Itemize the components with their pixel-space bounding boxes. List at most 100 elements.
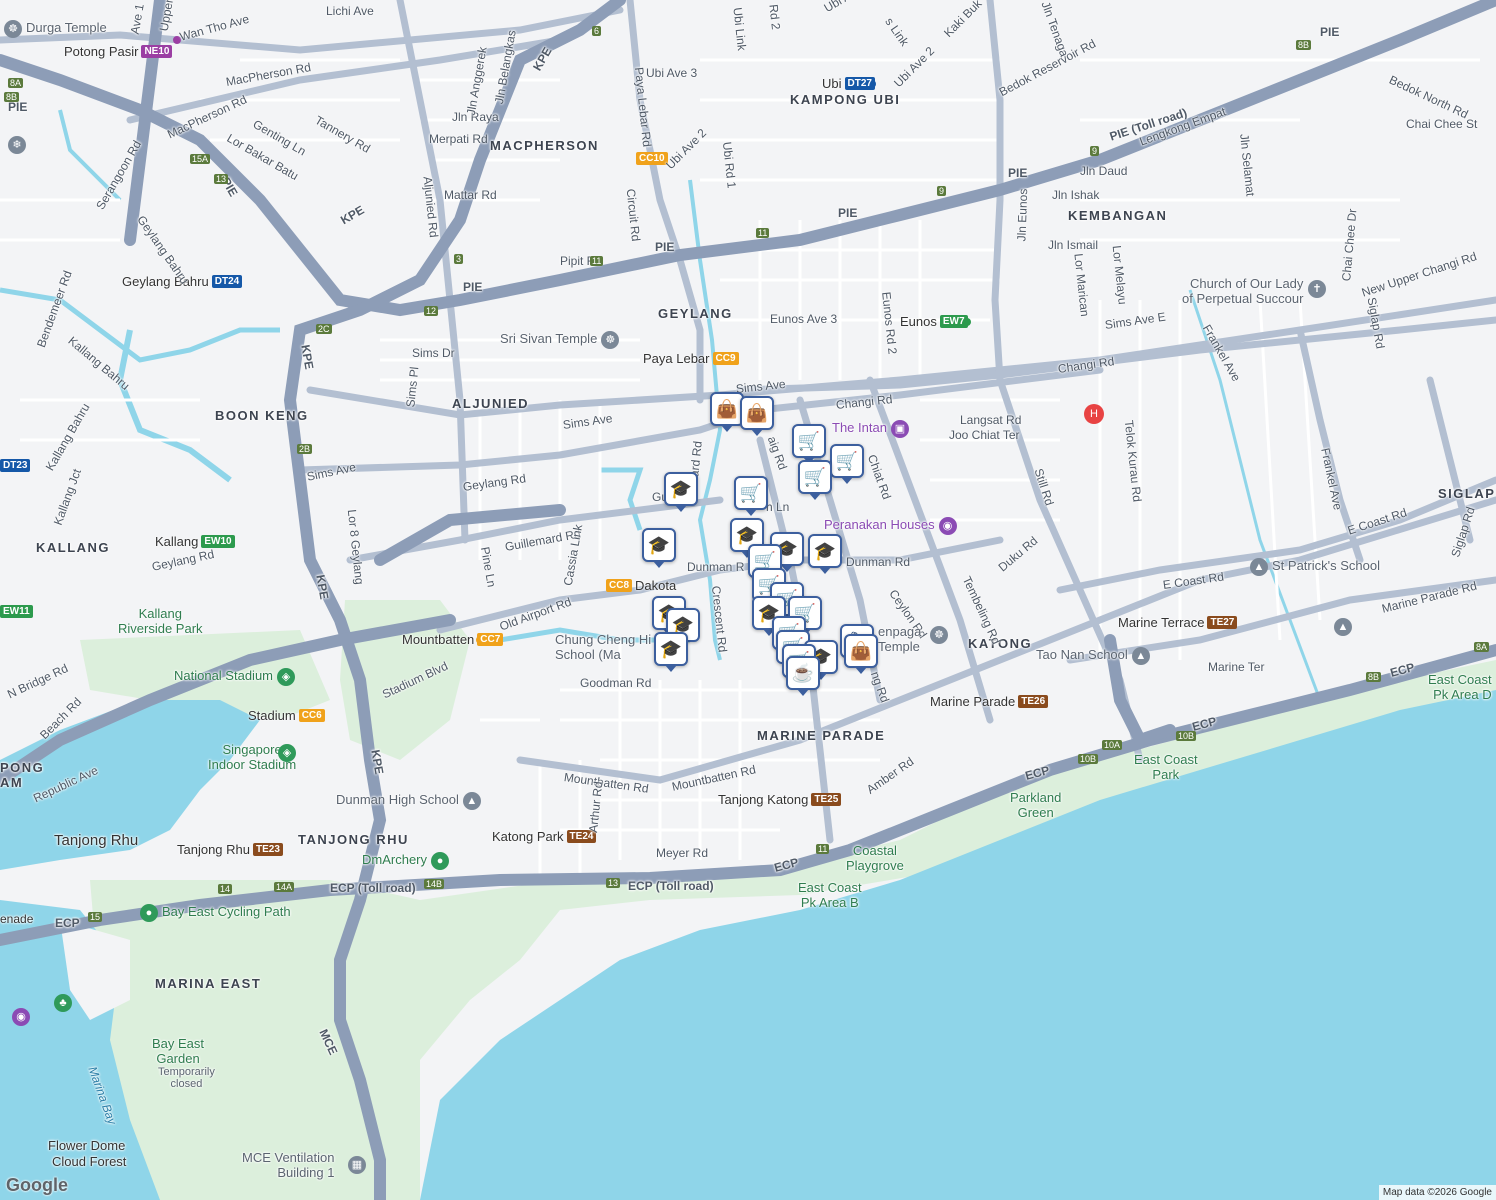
poi-east-coast-park[interactable]: East Coast Park — [1134, 752, 1198, 782]
expressway-shield: 8B — [1366, 672, 1382, 682]
label-enade: enade — [0, 912, 34, 926]
station-marine-terrace[interactable]: Marine Terrace TE27 — [1118, 615, 1238, 630]
expressway-shield: 9 — [937, 186, 947, 196]
poi-chung-cheng[interactable]: Chung Cheng Hi School (Ma — [555, 632, 651, 662]
building-icon: ▦ — [348, 1156, 366, 1174]
graduation-cap-icon: 🎓 — [813, 541, 837, 561]
poi-parkland-green[interactable]: Parkland Green — [1010, 790, 1061, 820]
poi-label: Sri Sivan Temple — [500, 331, 598, 346]
temple-icon: ☸ — [601, 331, 620, 349]
poi-label: National Stadium — [174, 668, 273, 683]
map-pin-school[interactable]: 🎓 — [664, 472, 698, 512]
map-pin-grocery[interactable]: 🛒 — [734, 476, 768, 516]
road-joo-chiat-ter: Joo Chiat Ter — [949, 428, 1020, 442]
map-pin-shopping[interactable]: 👜 — [740, 396, 774, 436]
station-code-badge: CC10 — [636, 152, 668, 165]
church-icon: ✝ — [1308, 280, 1326, 298]
map-pin-cafe[interactable]: ☕ — [786, 656, 820, 696]
stadium-icon: ◈ — [278, 744, 296, 762]
area-aljunied: ALJUNIED — [452, 396, 530, 411]
station-code-badge: TE23 — [253, 843, 283, 856]
poi-cloud-forest[interactable]: Cloud Forest — [52, 1154, 126, 1169]
station-code-badge: DT23 — [0, 459, 31, 472]
station-code-badge: DT24 — [211, 275, 243, 288]
poi-label: Tao Nan School — [1036, 647, 1128, 662]
station-tanjong-rhu[interactable]: Tanjong Rhu TE23 — [177, 842, 283, 857]
road-pie-2: PIE — [655, 240, 675, 254]
expressway-shield: 11 — [816, 844, 830, 854]
expressway-shield: 6 — [592, 26, 602, 36]
station-tanjong-katong[interactable]: Tanjong Katong TE25 — [718, 792, 842, 807]
poi-kallang-riverside[interactable]: Kallang Riverside Park — [118, 606, 203, 636]
station-name: Stadium — [248, 708, 296, 723]
area-kembangan: KEMBANGAN — [1068, 208, 1168, 223]
hospital-icon[interactable]: H — [1084, 404, 1104, 424]
poi-sri-sivan-temple[interactable]: Sri Sivan Temple ☸ — [500, 331, 623, 349]
map-pin-school[interactable]: 🎓 — [642, 528, 676, 568]
expressway-shield: 10B — [1176, 731, 1197, 741]
station-paya-lebar[interactable]: Paya Lebar CC9 — [643, 351, 739, 366]
station-ubi[interactable]: Ubi DT27 — [822, 76, 875, 91]
area-kampong-ubi: KAMPONG UBI — [790, 92, 901, 107]
map-pin-grocery[interactable]: 🛒 — [798, 460, 832, 500]
poi-mce-ventilation[interactable]: MCE Ventilation Building 1 — [242, 1150, 335, 1180]
label-tanjong-rhu: Tanjong Rhu — [54, 832, 139, 849]
expressway-shield: 2B — [297, 444, 313, 454]
road-chai-chee-st: Chai Chee St — [1406, 117, 1478, 131]
poi-kenpaga-temple[interactable]: enpaga Temple — [878, 624, 921, 654]
station-katong-park[interactable]: Katong Park TE24 — [492, 829, 597, 844]
map-pin-school[interactable]: 🎓 — [808, 534, 842, 574]
poi-bay-east-garden[interactable]: Bay East Garden — [152, 1036, 204, 1066]
poi-ecp-area-b[interactable]: East Coast Pk Area B — [798, 880, 862, 910]
poi-flower-dome[interactable]: Flower Dome — [48, 1138, 125, 1153]
expressway-shield: 12 — [424, 306, 439, 316]
station-dt23[interactable]: DT23 — [0, 459, 31, 472]
station-ew11[interactable]: EW11 — [0, 605, 33, 618]
road-langsat: Langsat Rd — [960, 413, 1022, 427]
station-marine-parade[interactable]: Marine Parade TE26 — [930, 694, 1049, 709]
road-goodman: Goodman Rd — [580, 676, 652, 690]
poi-tao-nan[interactable]: Tao Nan School ▲ — [1036, 647, 1154, 665]
area-pong-am: PONG AM — [0, 760, 45, 790]
map-pin-shopping[interactable]: 👜 — [844, 634, 878, 674]
map-pin-grocery[interactable]: 🛒 — [830, 444, 864, 484]
road-jln-ismail: Jln Ismail — [1048, 238, 1099, 252]
poi-label: St Patrick's School — [1272, 558, 1380, 573]
map-pin-shopping[interactable]: 👜 — [710, 392, 744, 432]
map-pin-grocery[interactable]: 🛒 — [792, 424, 826, 464]
expressway-shield: 8A — [8, 78, 24, 88]
station-code-badge: EW10 — [201, 535, 235, 548]
poi-dunman-high[interactable]: Dunman High School ▲ — [336, 792, 485, 810]
station-code-badge: EW7 — [939, 315, 968, 328]
station-mountbatten[interactable]: Mountbatten CC7 — [402, 632, 504, 647]
poi-coastal-playgrove[interactable]: Coastal Playgrove — [846, 843, 904, 873]
station-potong-pasir[interactable]: Potong Pasir NE10 — [64, 44, 173, 59]
expressway-shield: 15A — [190, 154, 211, 164]
road-meyer: Meyer Rd — [656, 846, 709, 860]
poi-the-intan[interactable]: The Intan ▣ — [832, 420, 913, 438]
shopping-cart-icon: 🛒 — [803, 467, 827, 487]
map-pin-school[interactable]: 🎓 — [654, 632, 688, 672]
expressway-shield: 14B — [424, 879, 445, 889]
road-pie-3: PIE — [463, 280, 483, 294]
poi-st-patricks[interactable]: ▲ St Patrick's School — [1250, 558, 1380, 576]
poi-national-stadium[interactable]: National Stadium ◈ — [174, 668, 299, 686]
station-dakota[interactable]: CC8 Dakota — [606, 578, 676, 593]
poi-peranakan-houses[interactable]: Peranakan Houses ◉ — [824, 517, 961, 535]
station-code-badge: TE26 — [1018, 695, 1049, 708]
station-stadium[interactable]: Stadium CC6 — [248, 708, 325, 723]
poi-bay-east-cycling[interactable]: ● Bay East Cycling Path — [140, 904, 291, 922]
station-cc10[interactable]: CC10 — [636, 152, 668, 165]
station-name: Paya Lebar — [643, 351, 710, 366]
map-canvas[interactable]: MACPHERSON KAMPONG UBI KEMBANGAN GEYLANG… — [0, 0, 1496, 1200]
poi-church[interactable]: Church of Our Lady of Perpetual Succour — [1182, 276, 1303, 306]
poi-label: East Coast Park — [1134, 752, 1198, 782]
station-kallang[interactable]: Kallang EW10 — [155, 534, 235, 549]
school-icon: ▲ — [1131, 647, 1150, 665]
station-eunos[interactable]: Eunos EW7 — [900, 314, 968, 329]
poi-ecp-area-d[interactable]: East Coast Pk Area D — [1428, 672, 1492, 702]
expressway-shield: 9 — [1090, 146, 1100, 156]
poi-dmarchery[interactable]: DmArchery ● — [362, 852, 453, 870]
poi-durga-temple[interactable]: ☸ Durga Temple — [4, 20, 107, 38]
tree-icon: ♣ — [54, 994, 72, 1012]
